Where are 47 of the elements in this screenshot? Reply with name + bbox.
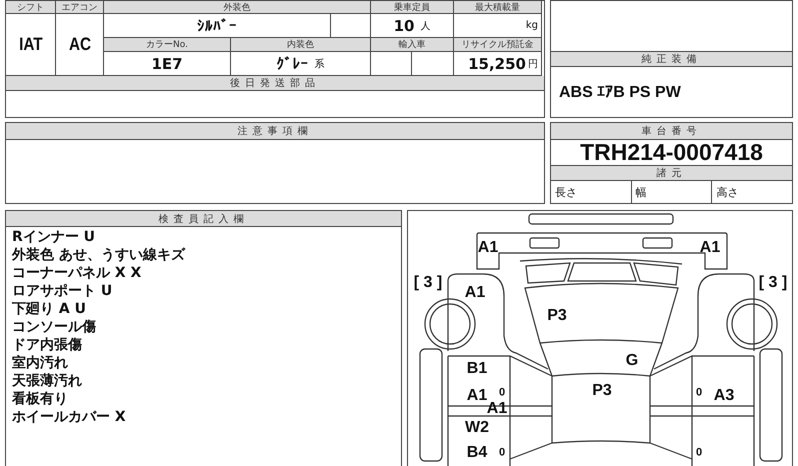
column-header: リサイクル預託金	[454, 38, 542, 52]
inspector-note: Rインナー U	[12, 228, 96, 246]
damage-mark: A1	[478, 240, 498, 256]
column-header: カラーNo.	[104, 38, 231, 52]
column-header: 乗車定員	[371, 1, 454, 14]
inspector-note: ホイールカバー X	[12, 408, 127, 426]
damage-mark: [ 3 ]	[758, 275, 788, 291]
damage-mark: B1	[466, 361, 488, 377]
damage-mark: 0	[498, 448, 506, 458]
damage-mark: A1	[466, 388, 488, 404]
column-header: 輸入車	[371, 38, 454, 52]
damage-mark: B4	[466, 445, 488, 461]
spec-label: 幅	[632, 181, 712, 203]
section-header: 注意事項欄	[6, 123, 544, 140]
inspector-note: ドア内張傷	[12, 336, 83, 354]
inspector-note: 看板有り	[12, 390, 69, 408]
damage-mark: [ 3 ]	[414, 275, 442, 291]
inspector-note: 下廻り A U	[12, 300, 87, 318]
section-header: 諸元	[551, 166, 792, 181]
damage-mark: A1	[700, 240, 720, 256]
inspector-note: 室内汚れ	[12, 354, 69, 372]
column-header: 最大積載量	[454, 1, 542, 14]
equipment-value: ABS ｴｱB PS PW	[558, 82, 682, 102]
column-header: シフト	[6, 1, 56, 14]
spec-label: 長さ	[551, 181, 632, 203]
column-header: 外装色	[104, 1, 371, 14]
inspector-note: 外装色 あせ、うすい線キズ	[12, 246, 186, 264]
damage-mark: 0	[498, 388, 506, 398]
section-header: 後日発送部品	[6, 76, 544, 91]
inspector-note: ロアサポート U	[12, 282, 114, 300]
section-header: 純正装備	[551, 51, 792, 67]
section-header: 車台番号	[551, 123, 792, 140]
column-header: エアコン	[56, 1, 104, 14]
damage-mark: G	[626, 353, 638, 369]
column-header: 内装色	[231, 38, 371, 52]
damage-mark: P3	[592, 383, 612, 399]
damage-mark: 0	[696, 448, 702, 458]
damage-mark: A3	[714, 388, 734, 404]
damage-mark: A1	[464, 285, 486, 301]
inspector-note: 天張薄汚れ	[12, 372, 83, 390]
damage-mark: 0	[696, 388, 702, 398]
inspector-note: コーナーパネル X X	[12, 264, 142, 282]
inspector-note: コンソール傷	[12, 318, 97, 336]
damage-mark: W2	[465, 420, 489, 436]
spec-label: 高さ	[715, 185, 740, 201]
damage-mark: P3	[547, 308, 567, 324]
section-header: 検査員記入欄	[6, 211, 401, 227]
